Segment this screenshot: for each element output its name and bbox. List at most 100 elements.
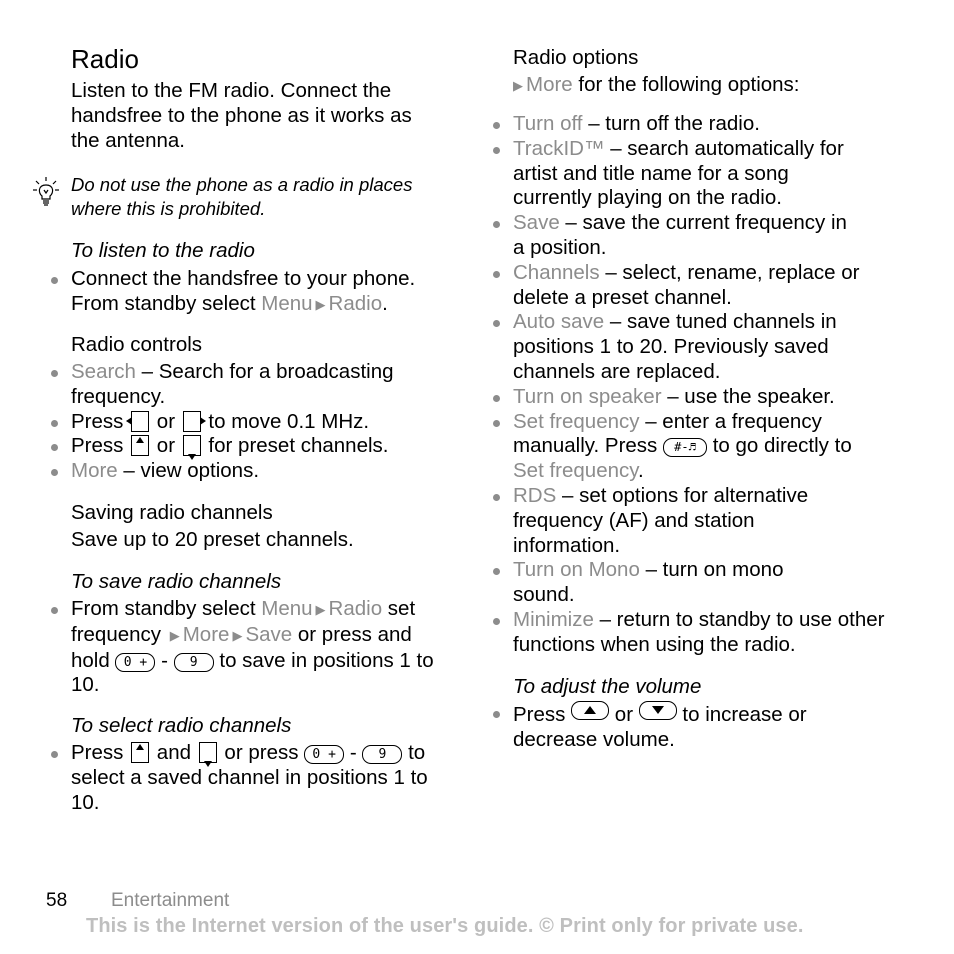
option-turn-off[interactable]: Turn off bbox=[513, 112, 583, 135]
down-nav-key-icon bbox=[198, 742, 217, 767]
option-item: Turn on speaker – use the speaker. bbox=[493, 384, 903, 410]
option-desc: to go directly to bbox=[707, 434, 852, 458]
volume-list: Press or to increase or decrease volume. bbox=[493, 701, 833, 753]
press-text: Press bbox=[71, 741, 130, 764]
right-nav-key-icon bbox=[182, 410, 206, 432]
radio-link[interactable]: Radio bbox=[329, 292, 383, 315]
step-text: From standby select bbox=[71, 597, 262, 620]
option-desc: – turn off the radio. bbox=[582, 112, 760, 135]
volume-heading: To adjust the volume bbox=[513, 675, 702, 698]
list-item: Press and or press 0 + - 9 to select a s… bbox=[51, 741, 456, 815]
listen-heading: To listen to the radio bbox=[71, 239, 255, 262]
option-desc: – set options for alternative frequency … bbox=[513, 483, 809, 557]
press-text: Press bbox=[513, 703, 572, 726]
and-text: and bbox=[151, 741, 197, 764]
press-text: Press bbox=[71, 434, 130, 458]
volume-down-key-icon bbox=[638, 701, 677, 720]
dash: - bbox=[155, 648, 174, 672]
or-text: or bbox=[151, 434, 181, 458]
option-desc: – save the current frequency in a positi… bbox=[513, 211, 847, 259]
menu-link[interactable]: Menu bbox=[261, 292, 312, 315]
list-item: Press or for preset channels. bbox=[51, 434, 451, 461]
or-text: or bbox=[151, 409, 181, 433]
options-heading: Radio options bbox=[513, 46, 639, 69]
press-text: Press bbox=[71, 409, 130, 433]
key-0-icon: 0 + bbox=[304, 745, 345, 764]
intro-text: Listen to the FM radio. Connect the hand… bbox=[71, 79, 412, 152]
save-link[interactable]: Save bbox=[245, 623, 292, 646]
saving-text: Save up to 20 preset channels. bbox=[71, 528, 354, 551]
controls-list: Search – Search for a broadcasting frequ… bbox=[51, 360, 451, 484]
up-nav-key-icon bbox=[131, 435, 150, 457]
list-item: Connect the handsfree to your phone. Fro… bbox=[51, 267, 461, 318]
period: . bbox=[382, 291, 388, 315]
list-item: Press or to increase or decrease volume. bbox=[493, 701, 833, 753]
options-intro-text: for the following options: bbox=[572, 73, 800, 96]
option-item: Minimize – return to standby to use othe… bbox=[493, 608, 893, 658]
arrow-right-icon: ▶ bbox=[232, 627, 243, 643]
option-trackid[interactable]: TrackID™ bbox=[513, 137, 605, 160]
save-channels-heading: To save radio channels bbox=[71, 570, 282, 593]
more-option[interactable]: More bbox=[71, 459, 118, 482]
option-turn-on-mono[interactable]: Turn on Mono bbox=[513, 558, 640, 581]
option-minimize[interactable]: Minimize bbox=[513, 608, 594, 631]
or-press-text: or press bbox=[218, 741, 305, 764]
set-frequency-link[interactable]: Set frequency bbox=[513, 459, 638, 482]
search-option[interactable]: Search bbox=[71, 360, 136, 383]
option-desc: – use the speaker. bbox=[661, 384, 835, 408]
list-item: More – view options. bbox=[51, 459, 451, 484]
listen-step-text-2: From standby select bbox=[71, 291, 262, 315]
list-item: Press or to move 0.1 MHz. bbox=[51, 409, 451, 435]
option-item: Set frequency – enter a frequency manual… bbox=[493, 410, 873, 484]
preset-desc: for preset channels. bbox=[202, 434, 389, 458]
radio-link[interactable]: Radio bbox=[329, 597, 383, 620]
up-nav-key-icon bbox=[131, 742, 150, 763]
disclaimer-text: This is the Internet version of the user… bbox=[86, 915, 804, 937]
period: . bbox=[637, 459, 644, 483]
menu-link[interactable]: Menu bbox=[261, 597, 312, 620]
option-item: RDS – set options for alternative freque… bbox=[493, 483, 858, 558]
lightbulb-icon bbox=[33, 176, 61, 215]
select-channels-list: Press and or press 0 + - 9 to select a s… bbox=[51, 741, 456, 815]
option-item: Auto save – save tuned channels in posit… bbox=[493, 310, 873, 384]
down-nav-key-icon bbox=[182, 435, 201, 461]
option-auto-save[interactable]: Auto save bbox=[513, 310, 604, 333]
more-link[interactable]: More bbox=[183, 623, 230, 646]
page-number: 58 bbox=[46, 890, 68, 911]
option-rds[interactable]: RDS bbox=[513, 484, 556, 507]
section-name: Entertainment bbox=[111, 890, 230, 911]
list-item: Search – Search for a broadcasting frequ… bbox=[51, 360, 451, 410]
more-link[interactable]: More bbox=[526, 73, 573, 96]
arrow-right-icon: ▶ bbox=[315, 296, 326, 312]
select-channels-heading: To select radio channels bbox=[71, 714, 292, 737]
tip-text: Do not use the phone as a radio in place… bbox=[71, 174, 413, 219]
save-channels-list: From standby select Menu ▶ Radio set frequ… bbox=[51, 597, 456, 698]
controls-heading: Radio controls bbox=[71, 333, 203, 356]
arrow-right-icon: ▶ bbox=[169, 627, 180, 643]
saving-heading: Saving radio channels bbox=[71, 501, 273, 524]
options-list: Turn off – turn off the radio. TrackID™ … bbox=[493, 112, 903, 658]
option-set-frequency[interactable]: Set frequency bbox=[513, 410, 640, 433]
key-9-icon: 9 bbox=[362, 745, 403, 764]
option-item: Turn on Mono – turn on mono sound. bbox=[493, 558, 843, 608]
option-save[interactable]: Save bbox=[513, 211, 560, 234]
option-item: Save – save the current frequency in a p… bbox=[493, 211, 858, 261]
or-text: or bbox=[609, 703, 639, 726]
options-intro: ▶ More for the following options: bbox=[513, 73, 800, 99]
more-desc: – view options. bbox=[117, 459, 260, 483]
dash: - bbox=[344, 741, 363, 764]
arrow-right-icon: ▶ bbox=[315, 602, 326, 617]
arrow-right-icon: ▶ bbox=[513, 78, 523, 93]
volume-up-key-icon bbox=[571, 701, 610, 720]
left-nav-key-icon bbox=[126, 410, 150, 432]
listen-list: Connect the handsfree to your phone. Fro… bbox=[51, 267, 461, 318]
key-0-icon: 0 + bbox=[115, 652, 156, 672]
option-channels[interactable]: Channels bbox=[513, 261, 600, 284]
option-turn-on-speaker[interactable]: Turn on speaker bbox=[513, 385, 662, 408]
move-desc: to move 0.1 MHz. bbox=[202, 409, 370, 433]
key-hash-icon: #-♬ bbox=[663, 438, 708, 458]
page-title: Radio bbox=[71, 44, 139, 74]
listen-step-text: Connect the handsfree to your phone. bbox=[71, 267, 416, 290]
key-9-icon: 9 bbox=[173, 652, 214, 672]
option-item: Channels – select, rename, replace or de… bbox=[493, 261, 873, 311]
